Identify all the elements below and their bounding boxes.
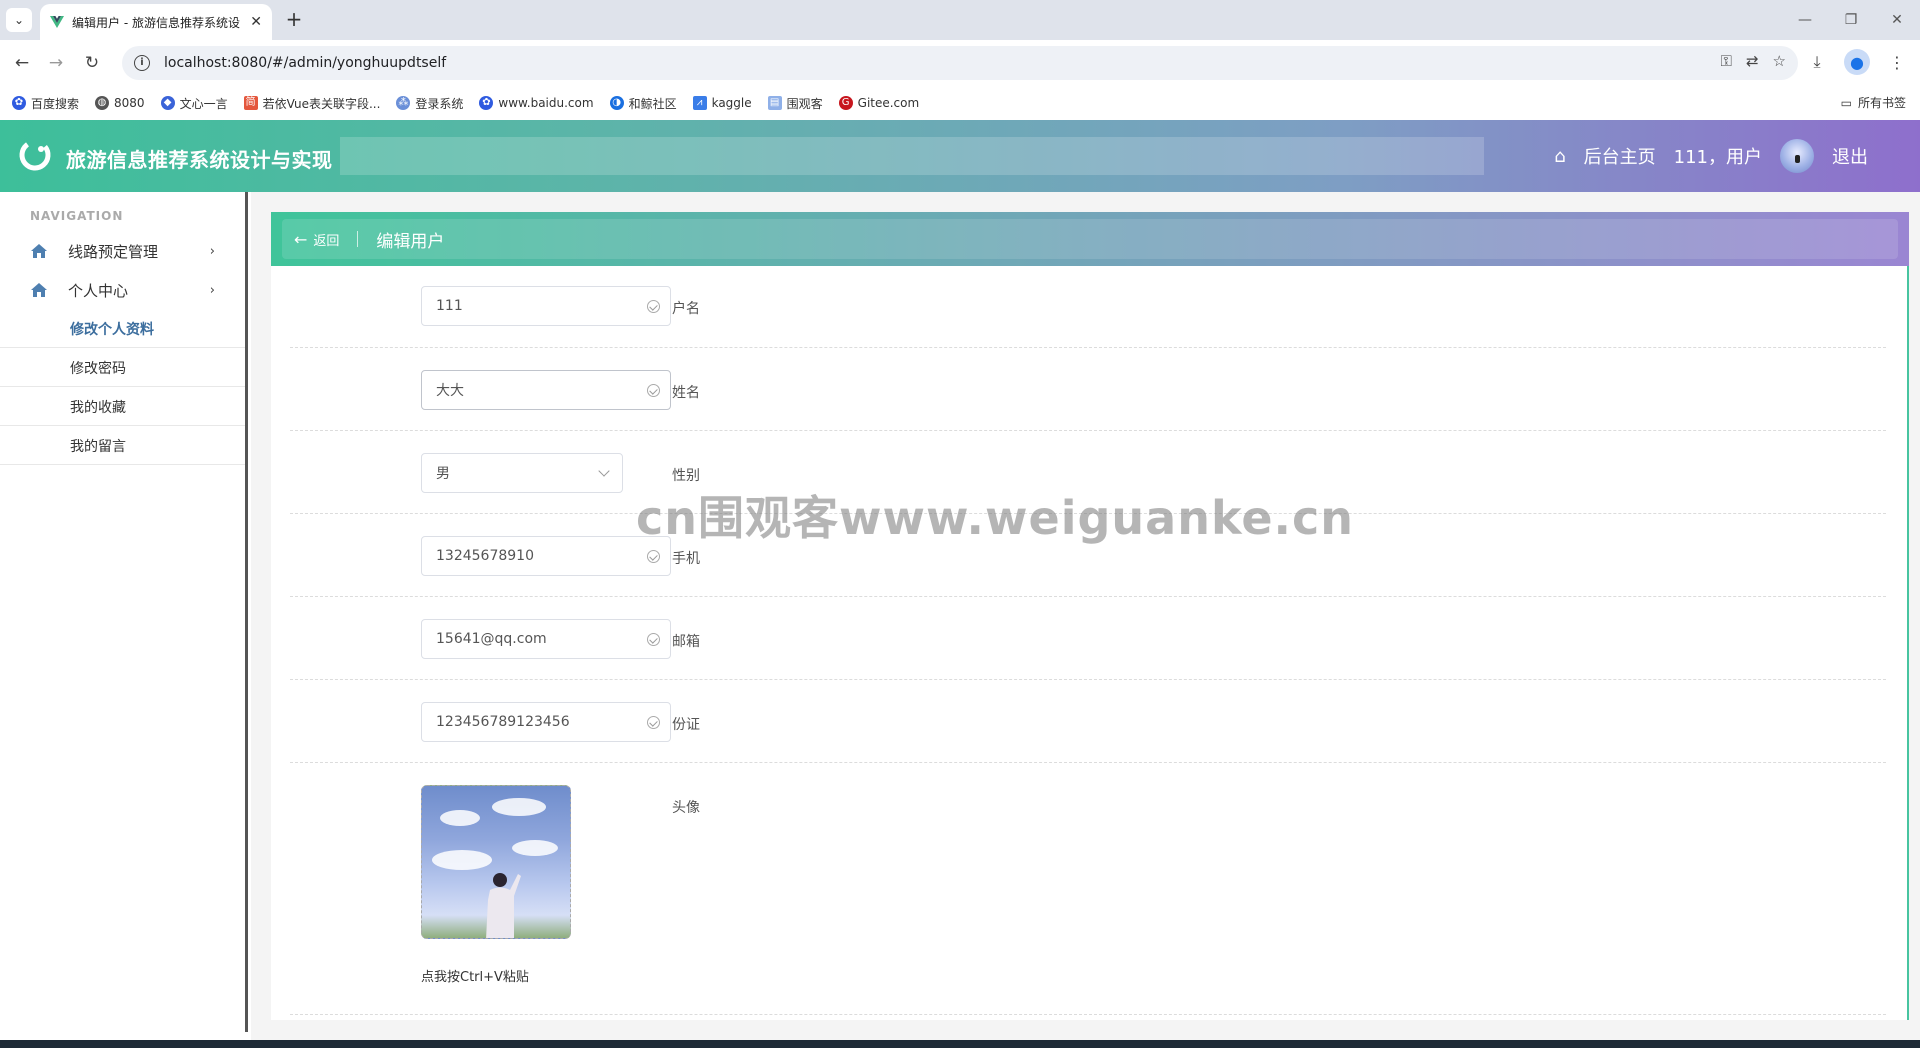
site-title: 旅游信息推荐系统设计与实现 bbox=[66, 148, 333, 172]
home-link[interactable]: 后台主页 bbox=[1584, 143, 1656, 169]
tab-search-chevron-icon[interactable]: ⌄ bbox=[6, 8, 32, 32]
all-bookmarks[interactable]: ▭ 所有书签 bbox=[1841, 94, 1906, 111]
paste-hint[interactable]: 点我按Ctrl+V粘贴 bbox=[421, 966, 529, 985]
check-circle-icon bbox=[647, 550, 660, 563]
key-icon[interactable]: ⚿ bbox=[1721, 52, 1732, 70]
sidebar: NAVIGATION 线路预定管理 › 个人中心 › 修改个人资料 修改密码 我… bbox=[0, 192, 248, 1032]
minimize-icon[interactable]: — bbox=[1782, 0, 1828, 40]
form-row-id-card: 身份证 123456789123456 bbox=[290, 680, 1886, 763]
home-icon bbox=[31, 244, 47, 258]
cloud-shape bbox=[432, 850, 492, 870]
check-circle-icon bbox=[647, 633, 660, 646]
chevron-right-icon: › bbox=[209, 244, 215, 259]
window-controls: — ❐ ✕ bbox=[1782, 0, 1920, 40]
folder-icon: ▭ bbox=[1840, 95, 1852, 110]
sidebar-sub-edit-profile[interactable]: 修改个人资料 bbox=[0, 310, 245, 348]
os-taskbar bbox=[0, 1040, 1920, 1048]
sidebar-item-label: 个人中心 bbox=[68, 281, 129, 300]
new-tab-plus-icon[interactable]: + bbox=[282, 8, 306, 32]
header-user-area: ⌂ 后台主页 111，用户 退出 bbox=[1554, 138, 1868, 174]
sidebar-sub-change-password[interactable]: 修改密码 bbox=[0, 349, 245, 387]
bookmark-item[interactable]: 简若依Vue表关联字段... bbox=[243, 95, 380, 112]
cloud-shape bbox=[440, 810, 480, 826]
check-circle-icon bbox=[647, 300, 660, 313]
user-label: 111，用户 bbox=[1673, 147, 1762, 168]
check-circle-icon bbox=[647, 384, 660, 397]
user-avatar[interactable] bbox=[1780, 139, 1814, 173]
bookmark-item[interactable]: ◆ 文心一言 bbox=[160, 95, 228, 112]
nav-caption: NAVIGATION bbox=[30, 209, 124, 223]
logo-ring-icon bbox=[19, 139, 51, 171]
home-icon bbox=[31, 283, 47, 297]
id-card-input[interactable]: 123456789123456 bbox=[421, 702, 671, 742]
form-row-name: *姓名 大大 bbox=[290, 348, 1886, 431]
star-icon[interactable]: ☆ bbox=[1773, 52, 1786, 70]
page-title: 编辑用户 bbox=[376, 231, 445, 252]
sidebar-sub-my-favorites[interactable]: 我的收藏 bbox=[0, 388, 245, 426]
back-button[interactable]: ← 返回 bbox=[282, 230, 339, 249]
bookmark-item[interactable]: ◑ 和鲸社区 bbox=[609, 95, 677, 112]
sidebar-sub-my-messages[interactable]: 我的留言 bbox=[0, 427, 245, 465]
translate-icon[interactable]: ⇄ bbox=[1746, 52, 1759, 70]
email-input[interactable]: 15641@qq.com bbox=[421, 619, 671, 659]
bookmark-item[interactable]: ⁂ 登录系统 bbox=[396, 95, 463, 112]
header-divider bbox=[357, 231, 359, 247]
bookmark-item[interactable]: ✿ www.baidu.com bbox=[479, 96, 594, 110]
person-silhouette bbox=[486, 873, 521, 938]
cloud-shape bbox=[512, 840, 558, 856]
bookmark-item[interactable]: ⩘ kaggle bbox=[692, 96, 752, 110]
chevron-down-icon bbox=[598, 465, 610, 477]
back-arrow-icon: ← bbox=[294, 229, 308, 249]
name-input[interactable]: 大大 bbox=[421, 370, 671, 410]
avatar-label: 头像 bbox=[672, 800, 700, 816]
bookmark-item[interactable]: ▤ 围观客 bbox=[767, 95, 823, 112]
profile-icon[interactable]: ● bbox=[1844, 49, 1870, 75]
reload-icon[interactable]: ↻ bbox=[80, 51, 104, 75]
browser-toolbar: ← → ↻ i localhost:8080/#/admin/yonghuupd… bbox=[0, 40, 1920, 86]
tab-close-icon[interactable]: ✕ bbox=[250, 14, 262, 30]
window-close-icon[interactable]: ✕ bbox=[1874, 0, 1920, 40]
username-input[interactable]: 111 bbox=[421, 286, 671, 326]
header-band bbox=[340, 137, 1484, 175]
sidebar-item-personal-center[interactable]: 个人中心 › bbox=[0, 271, 245, 309]
check-circle-icon bbox=[647, 716, 660, 729]
restore-icon[interactable]: ❐ bbox=[1828, 0, 1874, 40]
bookmark-item[interactable]: G Gitee.com bbox=[838, 96, 919, 110]
sidebar-item-route-booking[interactable]: 线路预定管理 › bbox=[0, 232, 245, 270]
phone-input[interactable]: 13245678910 bbox=[421, 536, 671, 576]
cloud-shape bbox=[492, 798, 546, 816]
url-text[interactable]: localhost:8080/#/admin/yonghuupdtself bbox=[164, 55, 446, 71]
menu-kebab-icon[interactable]: ⋮ bbox=[1884, 49, 1910, 75]
home-icon[interactable]: ⌂ bbox=[1554, 146, 1565, 167]
watermark-text: cn围观客www.weiguanke.cn bbox=[636, 491, 1355, 545]
tab-title: 编辑用户 - 旅游信息推荐系统设 bbox=[72, 15, 240, 30]
form-row-username: *用户名 111 bbox=[290, 278, 1886, 348]
site-info-icon[interactable]: i bbox=[134, 55, 150, 71]
page-header-bar: ← 返回 编辑用户 bbox=[282, 219, 1898, 259]
download-icon[interactable]: ⤓ bbox=[1804, 49, 1830, 75]
vue-logo-icon bbox=[50, 16, 64, 28]
sidebar-item-label: 线路预定管理 bbox=[68, 242, 159, 261]
chevron-right-icon: › bbox=[209, 283, 215, 298]
back-label: 返回 bbox=[313, 233, 340, 249]
bookmark-item[interactable]: ◍ 8080 bbox=[95, 96, 145, 110]
back-arrow-icon[interactable]: ← bbox=[10, 51, 34, 75]
bookmarks-bar: ✿ 百度搜索 ◍ 8080 ◆ 文心一言 简若依Vue表关联字段... ⁂ 登录系统 ✿… bbox=[0, 86, 1920, 120]
browser-tabstrip: ⌄ 编辑用户 - 旅游信息推荐系统设 ✕ + — ❐ ✕ bbox=[0, 0, 1920, 40]
email-label: 邮箱 bbox=[672, 634, 700, 650]
gender-select[interactable]: 男 bbox=[421, 453, 623, 493]
phone-label: 手机 bbox=[672, 551, 700, 567]
address-bar[interactable]: i localhost:8080/#/admin/yonghuupdtself … bbox=[122, 46, 1798, 80]
form-row-email: 邮箱 15641@qq.com bbox=[290, 597, 1886, 680]
forward-arrow-icon[interactable]: → bbox=[44, 51, 68, 75]
avatar-upload-image[interactable] bbox=[421, 785, 571, 939]
browser-tab[interactable]: 编辑用户 - 旅游信息推荐系统设 ✕ bbox=[40, 4, 272, 40]
bookmark-item[interactable]: ✿ 百度搜索 bbox=[12, 95, 79, 112]
logout-link[interactable]: 退出 bbox=[1832, 143, 1868, 169]
